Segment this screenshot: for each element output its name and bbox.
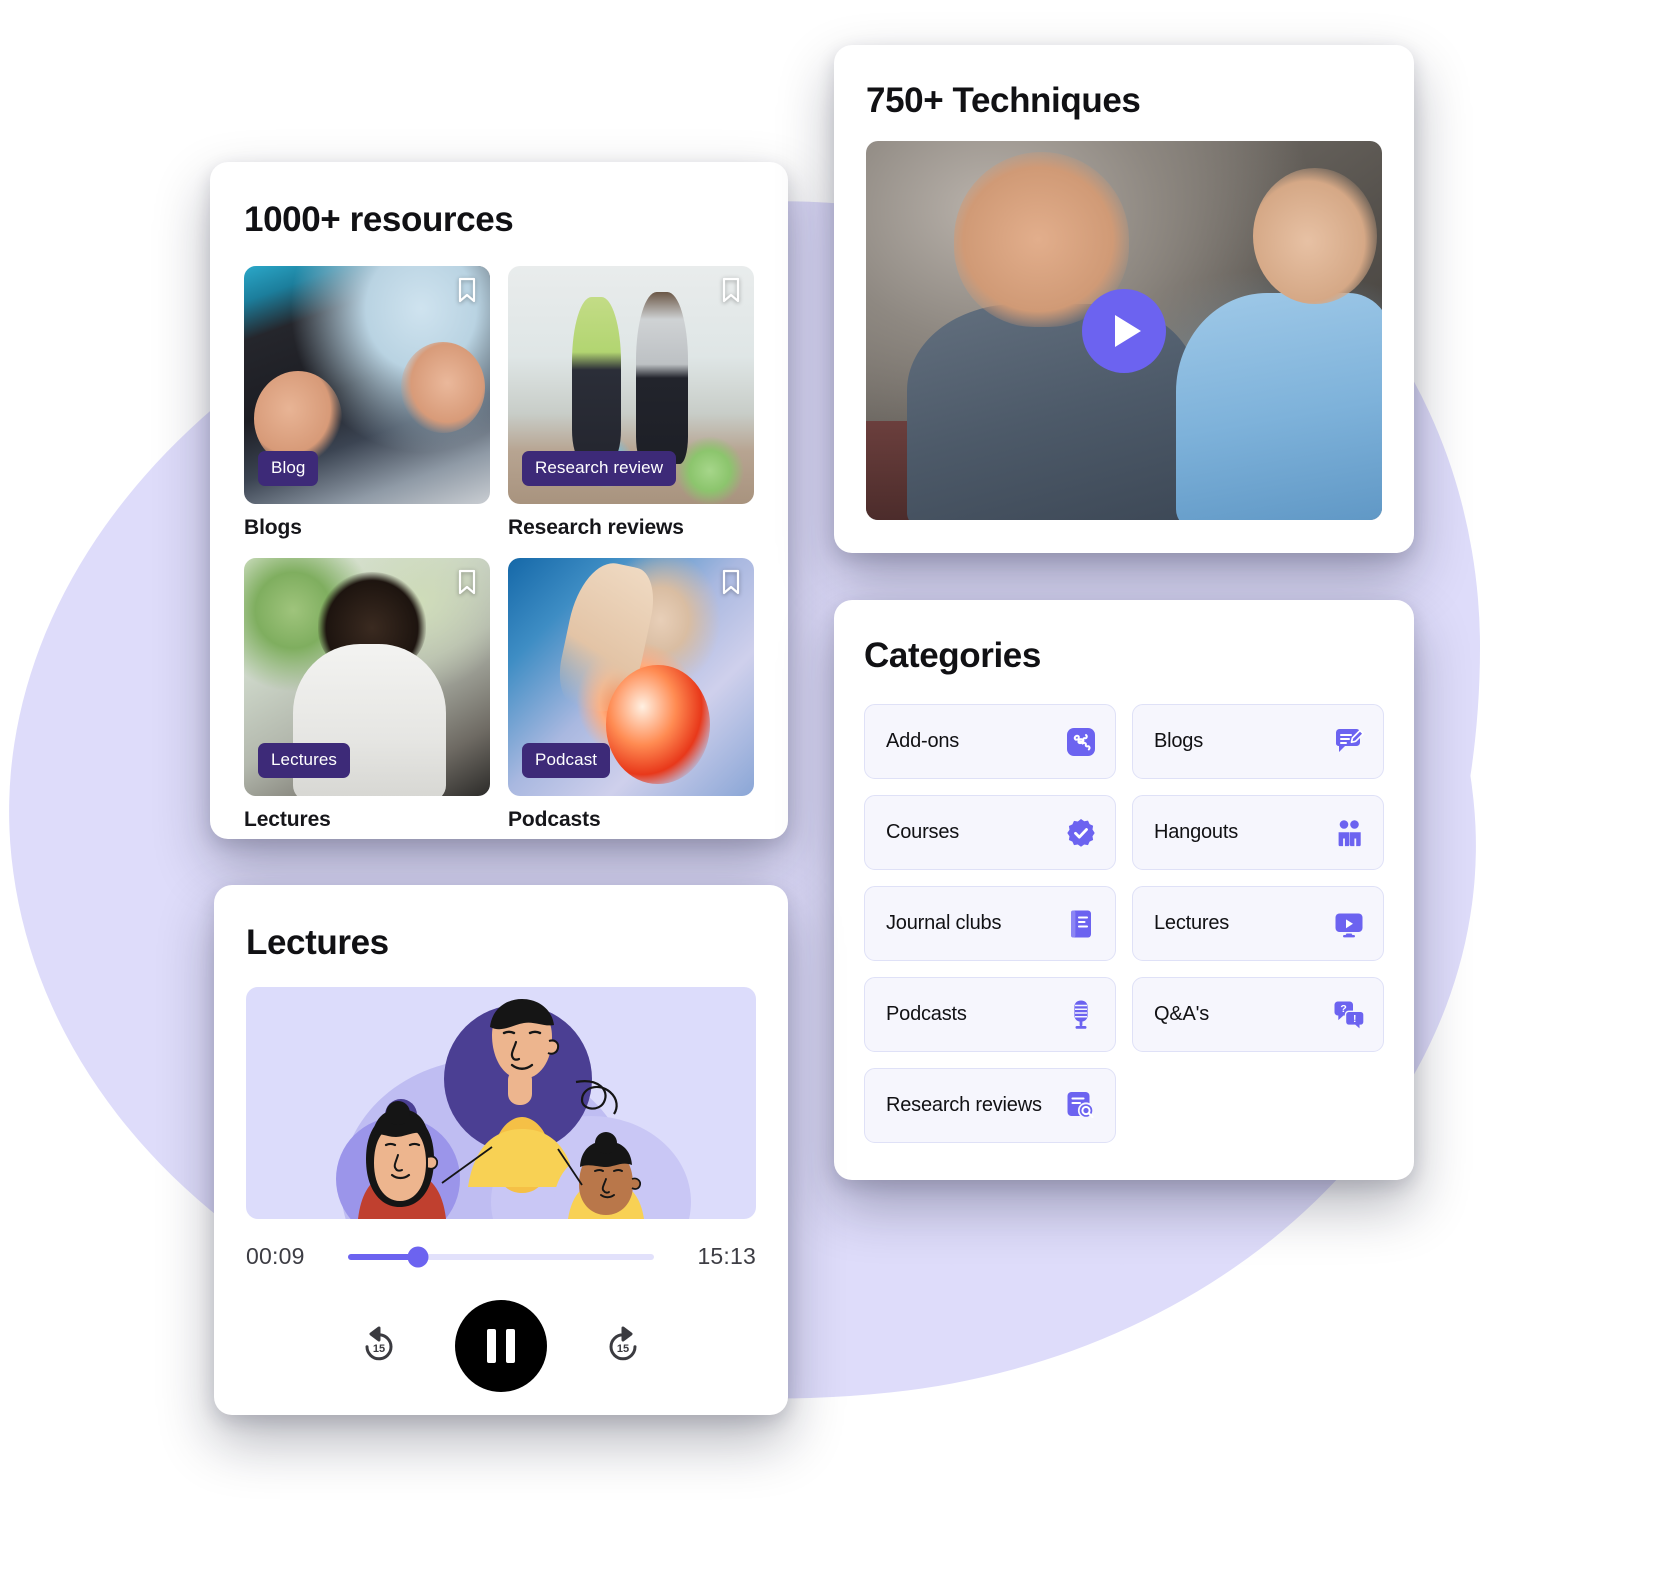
bookmark-icon[interactable] <box>721 277 741 303</box>
category-tile-podcasts[interactable]: Podcasts <box>864 977 1116 1052</box>
category-tile-lectures[interactable]: Lectures <box>1132 886 1384 961</box>
people-icon <box>1332 816 1366 850</box>
page-root: 1000+ resources Blog Blogs Research revi… <box>0 0 1662 1575</box>
check-badge-icon <box>1064 816 1098 850</box>
resource-chip: Research review <box>522 451 677 486</box>
book-icon <box>1064 907 1098 941</box>
category-label: Q&A's <box>1154 1003 1210 1025</box>
pause-bar-left <box>487 1329 496 1363</box>
resource-thumbnail[interactable]: Blog <box>244 266 490 504</box>
resource-thumbnail[interactable]: Lectures <box>244 558 490 796</box>
resource-item-lectures[interactable]: Lectures Lectures <box>244 558 490 832</box>
resource-item-podcasts[interactable]: Podcast Podcasts <box>508 558 754 832</box>
category-label: Courses <box>886 821 960 843</box>
illustration-people <box>336 999 691 1219</box>
player-controls: 15 15 <box>246 1300 756 1392</box>
category-label: Blogs <box>1154 730 1204 752</box>
forward-15-icon[interactable]: 15 <box>601 1324 645 1368</box>
document-search-icon <box>1064 1089 1098 1123</box>
pause-icon[interactable] <box>455 1300 547 1392</box>
resource-label: Research reviews <box>508 516 684 539</box>
bookmark-icon[interactable] <box>457 277 477 303</box>
video-scene-patient-body <box>1175 292 1382 520</box>
category-tile-qas[interactable]: Q&A's ? ! <box>1132 977 1384 1052</box>
rewind-15-icon[interactable]: 15 <box>357 1324 401 1368</box>
microphone-icon <box>1064 998 1098 1032</box>
resource-thumbnail[interactable]: Research review <box>508 266 754 504</box>
resources-grid: Blog Blogs Research review Research revi… <box>244 266 754 832</box>
play-triangle <box>1115 314 1141 347</box>
techniques-card: 750+ Techniques <box>834 45 1414 553</box>
video-scene-patient-head <box>1253 167 1377 304</box>
seek-bar[interactable] <box>348 1246 654 1267</box>
category-label: Research reviews <box>886 1094 1042 1116</box>
category-tile-research-reviews[interactable]: Research reviews <box>864 1068 1116 1143</box>
categories-grid: Add-ons Blogs Courses Hangouts Journal c… <box>864 704 1384 1143</box>
category-label: Lectures <box>1154 912 1230 934</box>
techniques-title: 750+ Techniques <box>866 81 1141 120</box>
category-tile-courses[interactable]: Courses <box>864 795 1116 870</box>
lecture-illustration <box>246 987 756 1219</box>
category-label: Journal clubs <box>886 912 1002 934</box>
categories-card: Categories Add-ons Blogs Courses Hangout… <box>834 600 1414 1180</box>
bookmark-icon[interactable] <box>457 569 477 595</box>
lectures-player-card: Lectures 00:09 15:13 15 15 <box>214 885 788 1415</box>
play-icon[interactable] <box>1082 288 1166 373</box>
categories-title: Categories <box>864 636 1041 675</box>
pause-bar-right <box>506 1329 515 1363</box>
blog-edit-icon <box>1332 725 1366 759</box>
resources-card: 1000+ resources Blog Blogs Research revi… <box>210 162 788 839</box>
puzzle-icon <box>1064 725 1098 759</box>
resource-chip: Lectures <box>258 743 351 778</box>
lectures-title: Lectures <box>246 923 389 962</box>
resource-chip: Blog <box>258 451 319 486</box>
monitor-play-icon <box>1332 907 1366 941</box>
category-tile-blogs[interactable]: Blogs <box>1132 704 1384 779</box>
resource-thumbnail[interactable]: Podcast <box>508 558 754 796</box>
category-tile-add-ons[interactable]: Add-ons <box>864 704 1116 779</box>
player-seek-row: 00:09 15:13 <box>246 1243 756 1270</box>
rewind-amount-label: 15 <box>373 1343 385 1355</box>
resource-item-blogs[interactable]: Blog Blogs <box>244 266 490 540</box>
category-tile-hangouts[interactable]: Hangouts <box>1132 795 1384 870</box>
resource-label: Blogs <box>244 516 302 539</box>
svg-text:!: ! <box>1353 1013 1357 1025</box>
forward-amount-label: 15 <box>617 1343 629 1355</box>
category-label: Podcasts <box>886 1003 967 1025</box>
total-time: 15:13 <box>697 1243 756 1269</box>
resources-title: 1000+ resources <box>244 200 514 239</box>
category-label: Add-ons <box>886 730 960 752</box>
resource-label: Lectures <box>244 808 331 831</box>
category-label: Hangouts <box>1154 821 1239 843</box>
category-tile-journal-clubs[interactable]: Journal clubs <box>864 886 1116 961</box>
technique-video-player[interactable] <box>866 141 1382 520</box>
current-time: 00:09 <box>246 1243 305 1269</box>
resource-item-research-reviews[interactable]: Research review Research reviews <box>508 266 754 540</box>
resource-label: Podcasts <box>508 808 601 831</box>
bookmark-icon[interactable] <box>721 569 741 595</box>
resource-chip: Podcast <box>522 743 611 778</box>
question-chat-icon: ? ! <box>1332 998 1366 1032</box>
seek-handle[interactable] <box>407 1246 429 1267</box>
